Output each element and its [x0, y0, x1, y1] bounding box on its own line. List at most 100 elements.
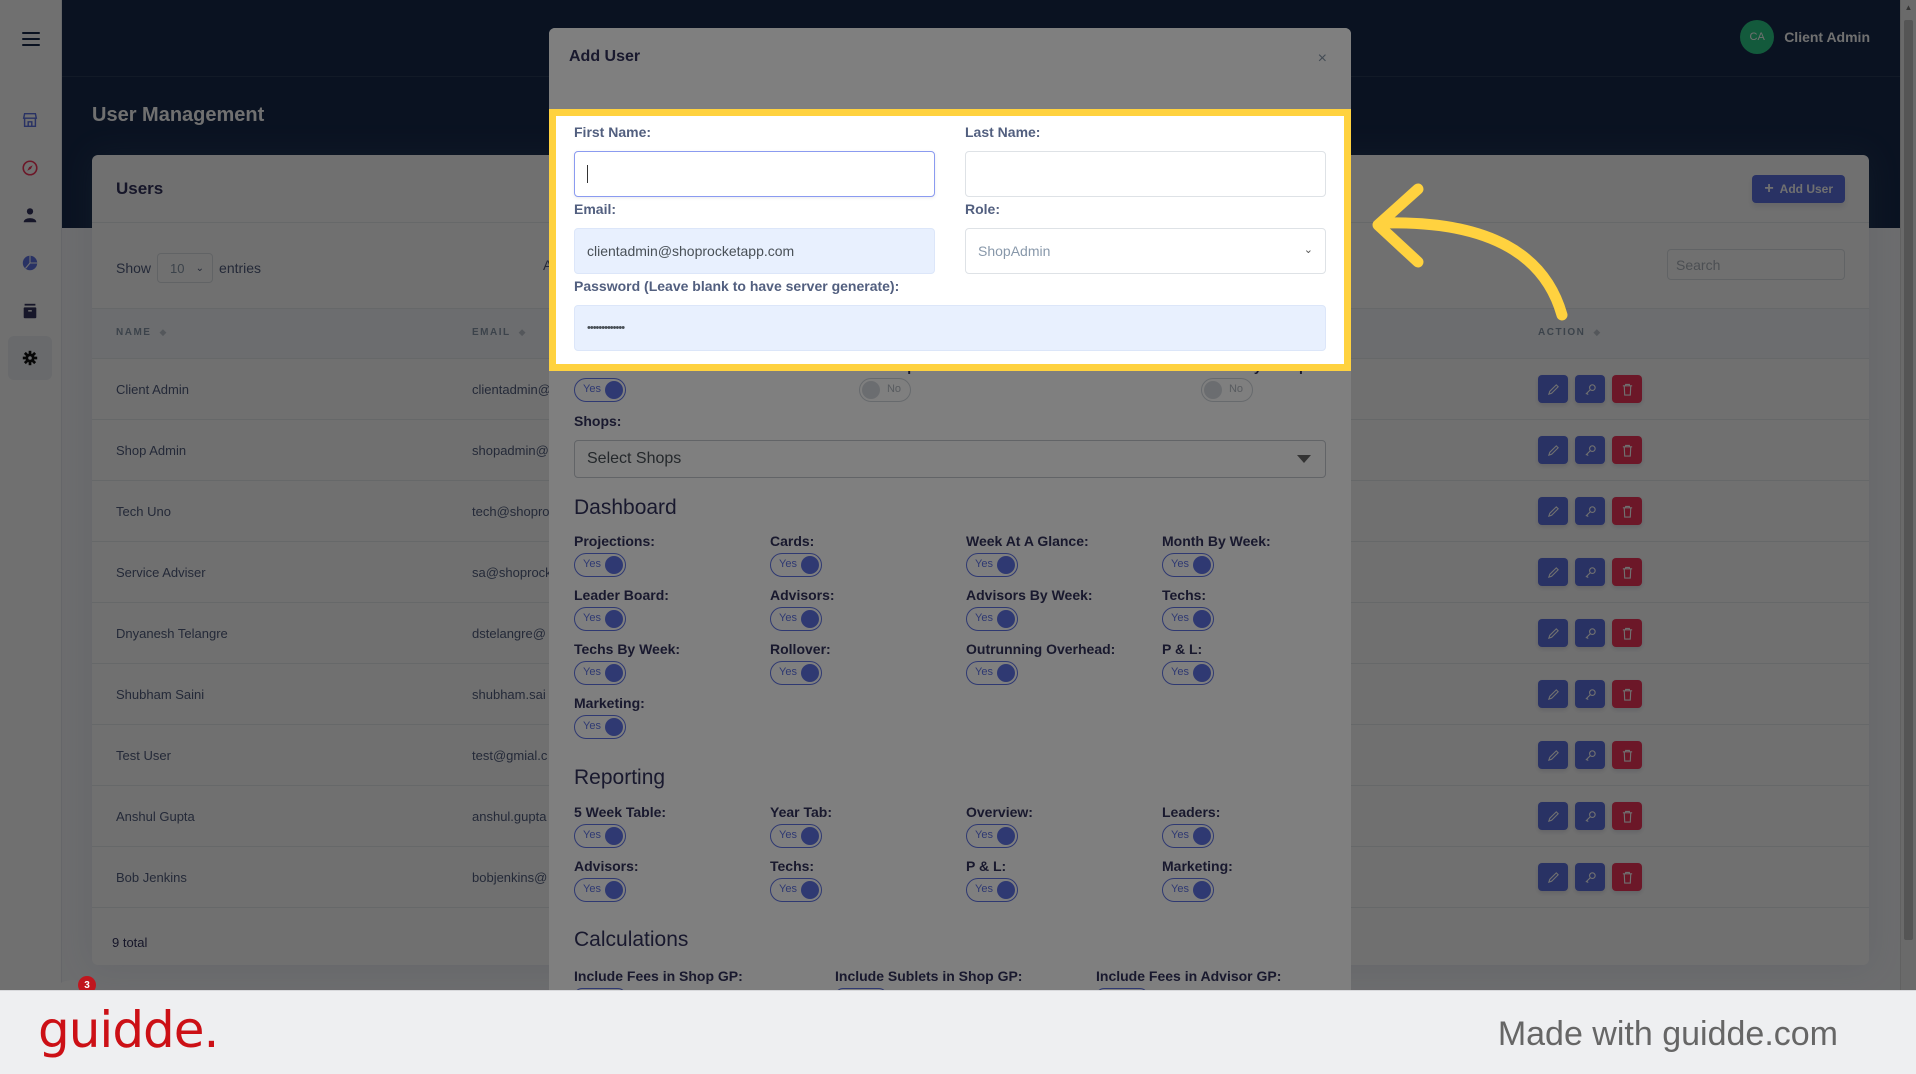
feature-toggle[interactable]: Yes	[966, 824, 1018, 848]
toggle-knob	[801, 556, 819, 574]
toggle-text: Yes	[779, 666, 797, 678]
toggle-label: Overview:	[966, 804, 1033, 820]
toggle-group: Overview: Yes	[966, 804, 1033, 848]
toggle-text: Yes	[583, 612, 601, 624]
email-label: Email:	[574, 201, 617, 217]
last-name-input[interactable]	[965, 151, 1326, 197]
toggle-knob	[997, 664, 1015, 682]
toggle-group: 5 Week Table: Yes	[574, 804, 666, 848]
toggle-group: P & L: Yes	[966, 858, 1018, 902]
toggle-label: Techs:	[1162, 587, 1207, 603]
feature-toggle[interactable]: Yes	[1162, 661, 1214, 685]
toggle-knob	[997, 881, 1015, 899]
shops-select[interactable]: Select Shops	[574, 440, 1326, 478]
toggle-knob	[605, 381, 623, 399]
feature-toggle[interactable]: Yes	[1162, 607, 1214, 631]
toggle-label: Week At A Glance:	[966, 533, 1089, 549]
toggle-text: Yes	[583, 883, 601, 895]
toggle-label: Leader Board:	[574, 587, 669, 603]
all-shops-view-toggle[interactable]: No	[859, 378, 911, 402]
guidde-footer: guidde. Made with guidde.com	[0, 990, 1916, 1074]
toggle-knob	[605, 718, 623, 736]
toggle-text: Yes	[1171, 612, 1189, 624]
toggle-knob	[801, 610, 819, 628]
toggle-group: Include Fees in Advisor GP:	[1096, 968, 1281, 990]
toggle-text: Yes	[779, 558, 797, 570]
toggle-label: Leaders:	[1162, 804, 1221, 820]
role-value: ShopAdmin	[978, 243, 1051, 259]
feature-toggle[interactable]: Yes	[574, 824, 626, 848]
toggle-group: Techs By Week: Yes	[574, 641, 680, 685]
toggle-group: Techs: Yes	[1162, 587, 1214, 631]
pointer-arrow-icon	[1372, 183, 1568, 321]
feature-toggle[interactable]: Yes	[1162, 824, 1214, 848]
toggle-text: Yes	[779, 829, 797, 841]
password-input[interactable]: •••••••••••••	[574, 305, 1326, 351]
toggle-label: Advisors By Week:	[966, 587, 1093, 603]
toggle-group: Advisors By Week: Yes	[966, 587, 1093, 631]
toggle-label: Rollover:	[770, 641, 831, 657]
chevron-down-icon: ⌄	[1303, 244, 1313, 256]
toggle-label: Include Fees in Advisor GP:	[1096, 968, 1282, 984]
first-name-input[interactable]	[574, 151, 935, 197]
role-select[interactable]: ShopAdmin ⌄	[965, 228, 1326, 274]
toggle-text: Yes	[975, 558, 993, 570]
toggle-label: 5 Week Table:	[574, 804, 667, 820]
toggle-knob	[605, 881, 623, 899]
toggle-group: P & L: Yes	[1162, 641, 1214, 685]
toggle-label: Techs:	[770, 858, 815, 874]
toggle-group: Marketing: Yes	[1162, 858, 1233, 902]
toggle-knob	[605, 556, 623, 574]
toggle-group: Week At A Glance: Yes	[966, 533, 1089, 577]
toggle-group: Advisors: Yes	[770, 587, 835, 631]
toggle-knob	[605, 827, 623, 845]
toggle-knob	[801, 881, 819, 899]
feature-toggle[interactable]: Yes	[770, 661, 822, 685]
toggle-knob	[1193, 610, 1211, 628]
feature-toggle[interactable]: Yes	[1162, 878, 1214, 902]
show-my-groups-toggle[interactable]: No	[1201, 378, 1253, 402]
dashboard-heading: Dashboard	[574, 496, 677, 519]
toggle-label: Include Fees in Shop GP:	[574, 968, 743, 984]
toggle-text: Yes	[583, 829, 601, 841]
toggle-knob	[997, 610, 1015, 628]
toggle-group: Include Sublets in Shop GP:	[835, 968, 1022, 990]
active-toggle[interactable]: Yes	[574, 378, 626, 402]
feature-toggle[interactable]: Yes	[966, 553, 1018, 577]
toggle-label: Marketing:	[1162, 858, 1233, 874]
feature-toggle[interactable]: Yes	[1162, 553, 1214, 577]
toggle-text: Yes	[975, 883, 993, 895]
notification-badge: 3	[78, 976, 96, 990]
feature-toggle[interactable]: Yes	[574, 878, 626, 902]
feature-toggle[interactable]: Yes	[966, 607, 1018, 631]
toggle-label: Projections:	[574, 533, 655, 549]
feature-toggle[interactable]: Yes	[966, 661, 1018, 685]
close-icon[interactable]: ×	[1318, 50, 1327, 68]
toggle-group: Leader Board: Yes	[574, 587, 669, 631]
shops-label: Shops:	[574, 413, 622, 429]
feature-toggle[interactable]: Yes	[574, 607, 626, 631]
toggle-group: Advisors: Yes	[574, 858, 639, 902]
toggle-group: Leaders: Yes	[1162, 804, 1220, 848]
toggle-group: Include Fees in Shop GP:	[574, 968, 743, 990]
feature-toggle[interactable]: Yes	[770, 607, 822, 631]
toggle-text: Yes	[583, 720, 601, 732]
modal-title: Add User	[569, 48, 641, 65]
feature-toggle[interactable]: Yes	[770, 553, 822, 577]
toggle-text: Yes	[975, 666, 993, 678]
feature-toggle[interactable]: Yes	[574, 553, 626, 577]
toggle-group: Rollover: Yes	[770, 641, 831, 685]
toggle-text: Yes	[1171, 883, 1189, 895]
toggle-group: Cards: Yes	[770, 533, 822, 577]
toggle-text: Yes	[583, 666, 601, 678]
toggle-label: Include Sublets in Shop GP:	[835, 968, 1023, 984]
feature-toggle[interactable]: Yes	[574, 715, 626, 739]
toggle-text: No	[886, 383, 901, 395]
feature-toggle[interactable]: Yes	[770, 824, 822, 848]
email-input[interactable]: clientadmin@shoprocketapp.com	[574, 228, 935, 274]
toggle-label: Techs By Week:	[574, 641, 681, 657]
highlighted-form-region: First Name: Last Name: Email: clientadmi…	[549, 109, 1351, 371]
feature-toggle[interactable]: Yes	[966, 878, 1018, 902]
feature-toggle[interactable]: Yes	[770, 878, 822, 902]
feature-toggle[interactable]: Yes	[574, 661, 626, 685]
